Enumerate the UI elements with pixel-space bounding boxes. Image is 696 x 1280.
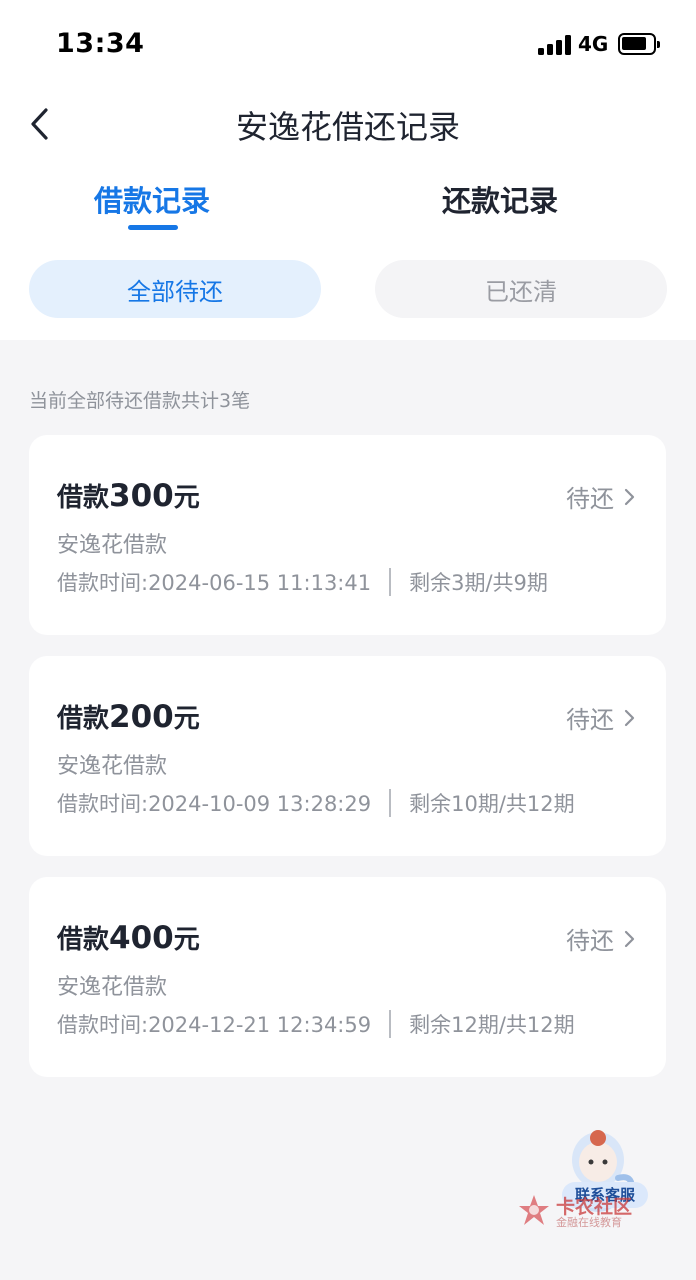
- chevron-right-icon: [624, 709, 635, 726]
- loan-product: 安逸花借款: [57, 975, 168, 1000]
- filter-cleared[interactable]: 已还清: [375, 260, 667, 318]
- filter-label: 全部待还: [127, 277, 223, 306]
- divider: [389, 1010, 392, 1038]
- loan-status[interactable]: 待还: [566, 921, 636, 956]
- loan-meta: 借款时间:2024-12-21 12:34:59 剩余12期/共12期: [57, 1009, 575, 1039]
- loan-time: 借款时间:2024-12-21 12:34:59: [57, 1013, 372, 1037]
- tab-repay-records[interactable]: 还款记录: [380, 178, 620, 220]
- chevron-right-icon: [624, 488, 635, 505]
- loan-time: 借款时间:2024-06-15 11:13:41: [57, 571, 372, 595]
- loan-card[interactable]: 借款300元 待还 安逸花借款 借款时间:2024-06-15 11:13:41…: [29, 435, 666, 635]
- loan-status[interactable]: 待还: [566, 479, 636, 514]
- status-time: 13:34: [56, 28, 145, 59]
- network-label: 4G: [578, 32, 609, 56]
- divider: [389, 568, 392, 596]
- loan-meta: 借款时间:2024-10-09 13:28:29 剩余10期/共12期: [57, 788, 575, 818]
- loan-title: 借款300元: [57, 478, 200, 514]
- filter-all-pending[interactable]: 全部待还: [29, 260, 321, 318]
- watermark: 卡农社区 金融在线教育: [516, 1190, 656, 1230]
- loan-title: 借款200元: [57, 699, 200, 735]
- page-title: 安逸花借还记录: [235, 108, 460, 146]
- active-tab-indicator: [128, 225, 178, 230]
- loan-status[interactable]: 待还: [566, 700, 636, 735]
- loan-amount: 400: [109, 920, 174, 956]
- loan-card[interactable]: 借款400元 待还 安逸花借款 借款时间:2024-12-21 12:34:59…: [29, 877, 666, 1077]
- loan-time: 借款时间:2024-10-09 13:28:29: [57, 792, 372, 816]
- filter-label: 已还清: [485, 277, 557, 306]
- loan-periods: 剩余3期/共9期: [409, 571, 548, 595]
- loan-amount: 300: [109, 478, 174, 514]
- loan-title: 借款400元: [57, 920, 200, 956]
- loan-amount: 200: [109, 699, 174, 735]
- loan-meta: 借款时间:2024-06-15 11:13:41 剩余3期/共9期: [57, 567, 548, 597]
- summary-text: 当前全部待还借款共计3笔: [29, 390, 251, 412]
- watermark-logo-icon: [519, 1195, 549, 1225]
- signal-icon: [538, 35, 572, 55]
- chevron-right-icon: [624, 930, 635, 947]
- divider: [389, 789, 392, 817]
- loan-periods: 剩余10期/共12期: [409, 792, 575, 816]
- loan-card[interactable]: 借款200元 待还 安逸花借款 借款时间:2024-10-09 13:28:29…: [29, 656, 666, 856]
- battery-icon: [618, 33, 660, 55]
- loan-product: 安逸花借款: [57, 533, 168, 558]
- loan-periods: 剩余12期/共12期: [409, 1013, 575, 1037]
- loan-product: 安逸花借款: [57, 754, 168, 779]
- tab-borrow-records[interactable]: 借款记录: [32, 178, 272, 220]
- watermark-sub: 金融在线教育: [556, 1216, 622, 1229]
